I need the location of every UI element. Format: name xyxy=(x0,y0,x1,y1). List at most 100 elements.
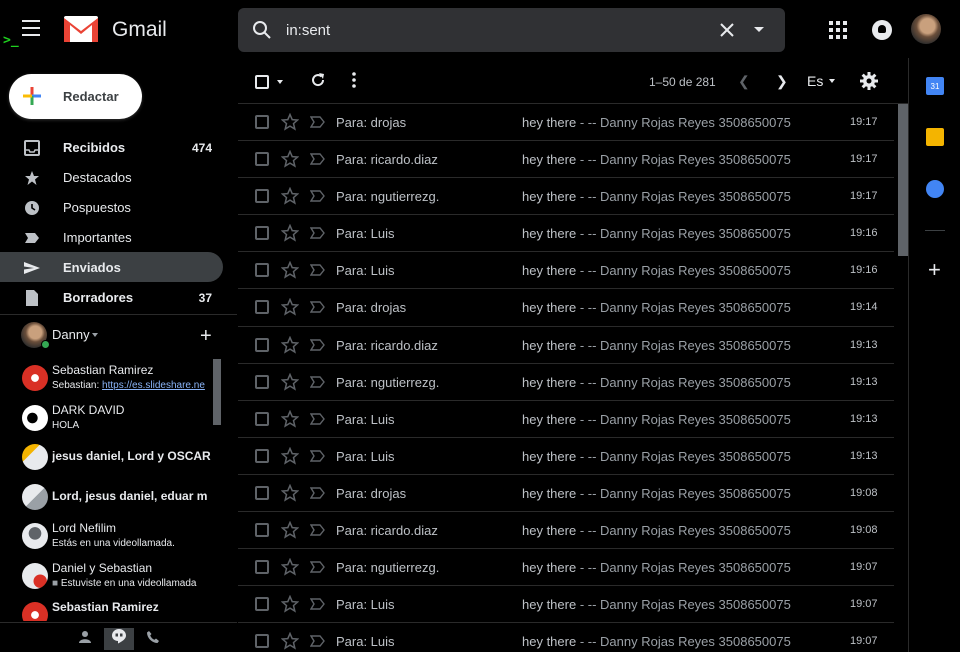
row-checkbox[interactable] xyxy=(255,115,269,129)
sidebar-item-starred[interactable]: Destacados xyxy=(0,162,223,192)
table-row[interactable]: Para: ricardo.diaz hey there - -- Danny R… xyxy=(238,512,894,550)
row-checkbox[interactable] xyxy=(255,189,269,204)
main-menu-icon[interactable] xyxy=(22,20,44,40)
chat-item[interactable]: Sebastian Ramirez Sebastian: https://es.… xyxy=(0,357,224,397)
sidebar-item-inbox[interactable]: Recibidos 474 xyxy=(0,132,223,162)
table-row[interactable]: Para: Luis hey there - -- Danny Rojas Rey… xyxy=(238,215,894,253)
row-checkbox[interactable] xyxy=(255,523,269,538)
important-icon[interactable] xyxy=(310,116,326,128)
add-chat-icon[interactable]: + xyxy=(200,325,212,348)
star-icon[interactable] xyxy=(281,372,299,391)
chevron-down-icon[interactable] xyxy=(829,79,835,83)
star-icon[interactable] xyxy=(281,187,299,205)
important-icon[interactable] xyxy=(310,375,326,388)
table-row[interactable]: Para: ngutierrezg. hey there - -- Danny R… xyxy=(238,364,894,401)
notifications-icon[interactable] xyxy=(872,20,892,40)
chevron-right-icon[interactable]: ❯ xyxy=(776,73,788,90)
search-input[interactable] xyxy=(286,8,706,52)
star-icon[interactable] xyxy=(281,298,299,317)
table-row[interactable]: Para: Luis hey there - -- Danny Rojas Rey… xyxy=(238,252,894,290)
chevron-down-icon[interactable] xyxy=(92,333,98,337)
important-icon[interactable] xyxy=(310,487,326,499)
important-icon[interactable] xyxy=(310,153,326,165)
table-row[interactable]: Para: ngutierrezg. hey there - -- Danny R… xyxy=(238,549,894,587)
star-icon[interactable] xyxy=(281,409,299,428)
keep-icon[interactable] xyxy=(926,128,944,146)
row-checkbox[interactable] xyxy=(255,300,269,315)
row-checkbox[interactable] xyxy=(255,448,269,463)
row-checkbox[interactable] xyxy=(255,337,269,352)
hangouts-user-name[interactable]: Danny xyxy=(52,327,90,342)
row-checkbox[interactable] xyxy=(255,560,269,575)
row-checkbox[interactable] xyxy=(255,226,269,241)
table-row[interactable]: Para: ngutierrezg. hey there - -- Danny R… xyxy=(238,178,894,216)
star-icon[interactable] xyxy=(281,261,299,279)
contacts-icon[interactable] xyxy=(70,628,100,650)
compose-button[interactable]: Redactar xyxy=(9,74,142,119)
table-row[interactable]: Para: drojas hey there - -- Danny Rojas R… xyxy=(238,289,894,327)
close-icon[interactable] xyxy=(718,21,736,39)
important-icon[interactable] xyxy=(310,635,326,648)
star-icon[interactable] xyxy=(281,558,299,576)
sidebar-item-snoozed[interactable]: Pospuestos xyxy=(0,192,223,222)
table-row[interactable]: Para: ricardo.diaz hey there - -- Danny R… xyxy=(238,327,894,364)
row-checkbox[interactable] xyxy=(255,485,269,500)
table-row[interactable]: Para: Luis hey there - -- Danny Rojas Rey… xyxy=(238,586,894,624)
chat-item[interactable]: jesus daniel, Lord y OSCAR xyxy=(0,436,224,476)
row-checkbox[interactable] xyxy=(255,263,269,278)
star-icon[interactable] xyxy=(281,150,299,168)
apps-grid-icon[interactable] xyxy=(829,21,847,39)
chat-item[interactable]: Lord Nefilim Estás en una videollamada. xyxy=(0,515,224,555)
star-icon[interactable] xyxy=(281,483,299,502)
table-row[interactable]: Para: Luis hey there - -- Danny Rojas Rey… xyxy=(238,438,894,475)
star-icon[interactable] xyxy=(281,632,299,650)
star-icon[interactable] xyxy=(281,595,299,613)
sidebar-item-important[interactable]: Importantes xyxy=(0,222,223,252)
more-vert-icon[interactable] xyxy=(352,72,356,88)
important-icon[interactable] xyxy=(310,301,326,314)
star-icon[interactable] xyxy=(281,446,299,465)
chat-scrollbar[interactable] xyxy=(213,359,221,425)
chevron-down-icon[interactable] xyxy=(277,80,283,84)
star-icon[interactable] xyxy=(281,224,299,242)
important-icon[interactable] xyxy=(310,227,326,239)
input-language-select[interactable]: Es xyxy=(807,73,823,89)
important-icon[interactable] xyxy=(310,413,326,425)
important-icon[interactable] xyxy=(310,190,326,202)
tasks-icon[interactable] xyxy=(926,180,944,198)
star-icon[interactable] xyxy=(281,521,299,539)
important-icon[interactable] xyxy=(310,450,326,462)
refresh-icon[interactable] xyxy=(310,72,326,88)
account-avatar[interactable] xyxy=(911,14,941,44)
gmail-logo-icon[interactable] xyxy=(64,16,98,42)
chat-item[interactable]: Daniel y Sebastian ■ Estuviste en una vi… xyxy=(0,555,224,595)
table-row[interactable]: Para: drojas hey there - -- Danny Rojas R… xyxy=(238,104,894,142)
star-icon[interactable] xyxy=(281,113,299,131)
row-checkbox[interactable] xyxy=(255,634,269,649)
chat-item[interactable]: Lord, jesus daniel, eduar m xyxy=(0,476,224,516)
table-row[interactable]: Para: Luis hey there - -- Danny Rojas Rey… xyxy=(238,401,894,438)
email-list-scrollbar[interactable] xyxy=(898,104,908,256)
row-checkbox[interactable] xyxy=(255,152,269,167)
table-row[interactable]: Para: ricardo.diaz hey there - -- Danny R… xyxy=(238,141,894,179)
sidebar-item-sent[interactable]: Enviados xyxy=(0,252,223,282)
chat-preview-link[interactable]: https://es.slideshare.ne xyxy=(102,380,205,391)
search-icon[interactable] xyxy=(252,20,272,40)
row-checkbox[interactable] xyxy=(255,411,269,426)
chevron-left-icon[interactable]: ❮ xyxy=(738,73,750,90)
chat-item[interactable]: Sebastian Ramirez xyxy=(0,594,224,621)
table-row[interactable]: Para: Luis hey there - -- Danny Rojas Rey… xyxy=(238,623,894,652)
important-icon[interactable] xyxy=(310,598,326,610)
important-icon[interactable] xyxy=(310,524,326,536)
calendar-icon[interactable]: 31 xyxy=(926,77,944,95)
add-addon-icon[interactable]: + xyxy=(928,259,941,281)
sidebar-item-drafts[interactable]: Borradores 37 xyxy=(0,282,223,312)
search-options-icon[interactable] xyxy=(754,27,764,32)
select-all-checkbox[interactable] xyxy=(255,75,269,89)
hangouts-icon[interactable] xyxy=(104,628,134,650)
table-row[interactable]: Para: drojas hey there - -- Danny Rojas R… xyxy=(238,475,894,513)
gear-icon[interactable] xyxy=(860,72,878,90)
phone-icon[interactable] xyxy=(138,628,168,650)
row-checkbox[interactable] xyxy=(255,374,269,389)
star-icon[interactable] xyxy=(281,335,299,354)
